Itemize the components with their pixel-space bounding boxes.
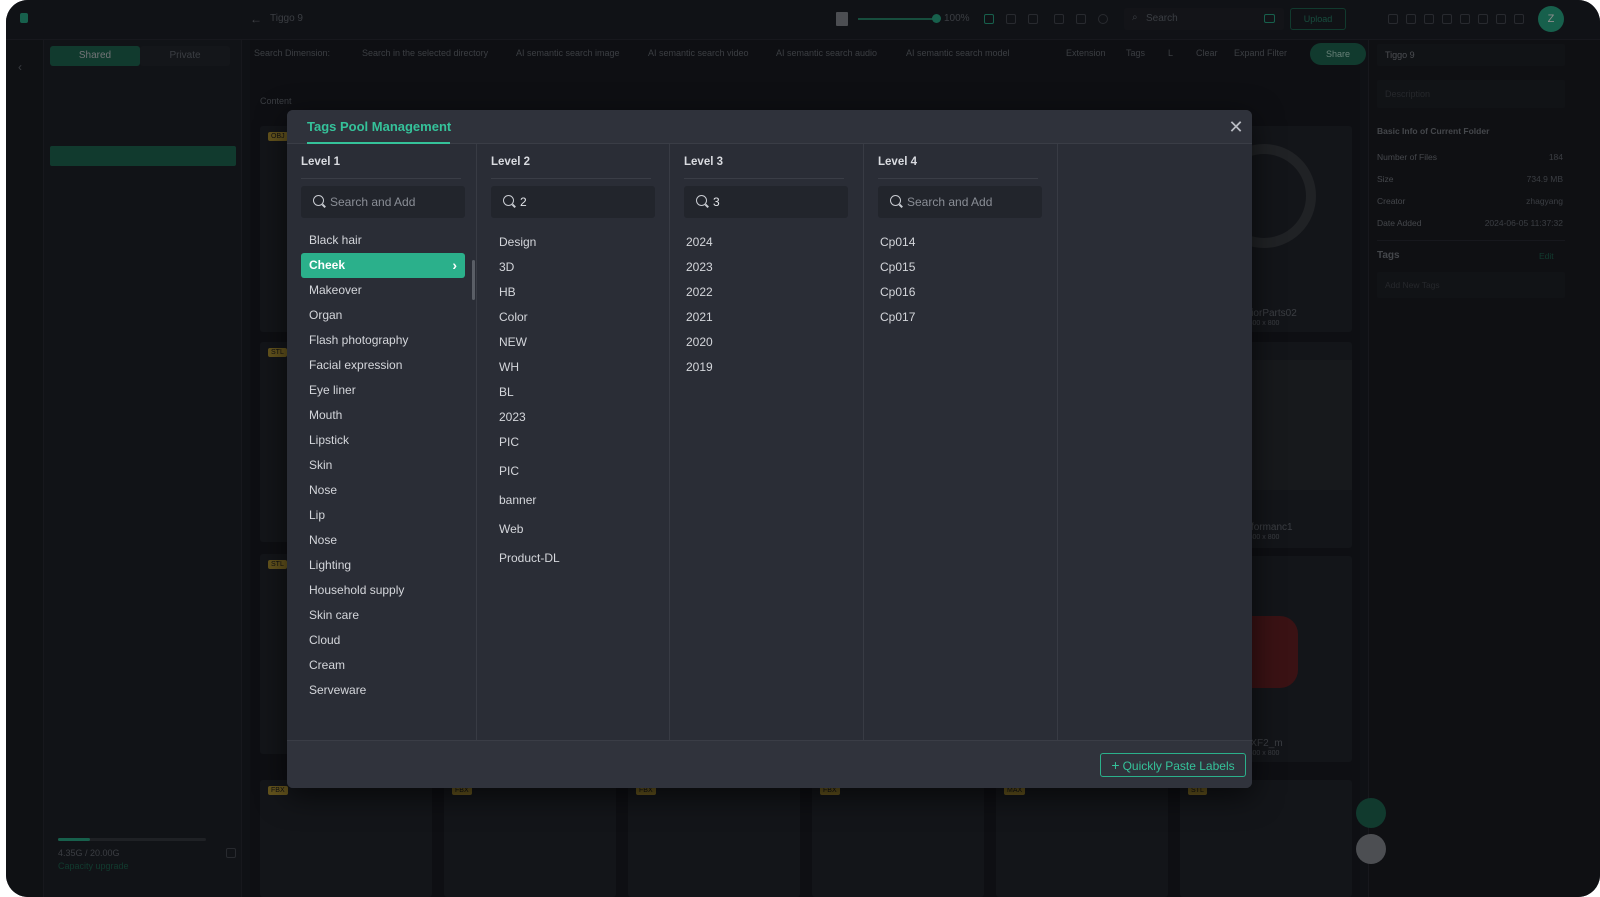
close-icon[interactable]: ✕ [1227,118,1245,136]
level-1-search-input[interactable] [330,193,458,211]
tag-item[interactable]: Makeover [301,278,465,303]
tag-item[interactable]: 3D [491,255,655,280]
tag-item[interactable]: 2023 [684,255,848,280]
tag-label: Cheek [309,258,346,272]
tag-item[interactable]: 2019 [684,355,848,380]
level-2-column: Level 2 Design 3D HB Color NEW WH BL 202… [477,144,670,740]
tag-item[interactable]: BL [491,380,655,405]
tags-pool-modal: Tags Pool Management ✕ Level 1 Black hai… [287,110,1252,788]
tag-item[interactable]: PIC [491,430,655,455]
level-2-search[interactable] [491,186,655,218]
tag-item[interactable]: Web [491,517,655,542]
plus-icon: + [1111,757,1120,773]
level-1-search[interactable] [301,186,465,218]
tag-item[interactable]: Organ [301,303,465,328]
tag-item[interactable]: Design [491,230,655,255]
search-icon [890,195,901,206]
column-header: Level 2 [491,156,530,168]
header-divider [878,178,1038,179]
header-divider [684,178,844,179]
level-4-search[interactable] [878,186,1042,218]
tag-item[interactable]: Product-DL [491,546,655,571]
level-3-column: Level 3 2024 2023 2022 2021 2020 2019 [670,144,864,740]
tag-item[interactable]: Mouth [301,403,465,428]
tag-item[interactable]: Cloud [301,628,465,653]
tag-item[interactable]: banner [491,488,655,513]
scrollbar[interactable] [472,260,475,300]
tag-item[interactable]: Lip [301,503,465,528]
header-divider [301,178,461,179]
tag-item[interactable]: Skin care [301,603,465,628]
tag-item[interactable]: PIC [491,459,655,484]
tag-item[interactable]: Lipstick [301,428,465,453]
tag-item[interactable]: 2023 [491,405,655,430]
search-icon [696,195,707,206]
column-header: Level 3 [684,156,723,168]
tag-item[interactable]: Black hair [301,228,465,253]
tag-item[interactable]: Eye liner [301,378,465,403]
chevron-right-icon: › [452,257,457,273]
quickly-paste-labels-button[interactable]: + Quickly Paste Labels [1100,753,1246,777]
column-header: Level 4 [878,156,917,168]
tag-item[interactable]: Flash photography [301,328,465,353]
tag-item[interactable]: Cp014 [878,230,1042,255]
tag-item[interactable]: Facial expression [301,353,465,378]
level-3-search[interactable] [684,186,848,218]
tag-item[interactable]: 2021 [684,305,848,330]
tag-item[interactable]: Cp017 [878,305,1042,330]
level-4-search-input[interactable] [907,193,1035,211]
tag-item[interactable]: Cream [301,653,465,678]
tag-item[interactable]: Nose [301,528,465,553]
tag-item[interactable]: Cp016 [878,280,1042,305]
level-3-search-input[interactable] [713,193,841,211]
tag-item[interactable]: Serveware [301,678,465,703]
tag-item[interactable]: Household supply [301,578,465,603]
tag-item-selected[interactable]: Cheek › [301,253,465,278]
header-divider [491,178,651,179]
tag-item[interactable]: 2022 [684,280,848,305]
level-2-search-input[interactable] [520,193,648,211]
tag-item[interactable]: Color [491,305,655,330]
tag-item[interactable]: Skin [301,453,465,478]
paste-button-label: Quickly Paste Labels [1122,759,1235,773]
modal-header: Tags Pool Management ✕ [287,110,1252,144]
tag-item[interactable]: 2024 [684,230,848,255]
tag-item[interactable]: NEW [491,330,655,355]
tag-item[interactable]: 2020 [684,330,848,355]
search-icon [503,195,514,206]
tag-item[interactable]: WH [491,355,655,380]
level-1-column: Level 1 Black hair Cheek › Makeover Organ… [287,144,477,740]
tag-item[interactable]: HB [491,280,655,305]
level-4-column: Level 4 Cp014 Cp015 Cp016 Cp017 [864,144,1058,740]
search-icon [313,195,324,206]
tag-item[interactable]: Lighting [301,553,465,578]
modal-title[interactable]: Tags Pool Management [307,119,451,134]
column-header: Level 1 [301,156,340,168]
tag-item[interactable]: Cp015 [878,255,1042,280]
app-window: ← Tiggo 9 100% ⌕ Search Upload Z ‹ Share… [6,0,1600,897]
tag-item[interactable]: Nose [301,478,465,503]
